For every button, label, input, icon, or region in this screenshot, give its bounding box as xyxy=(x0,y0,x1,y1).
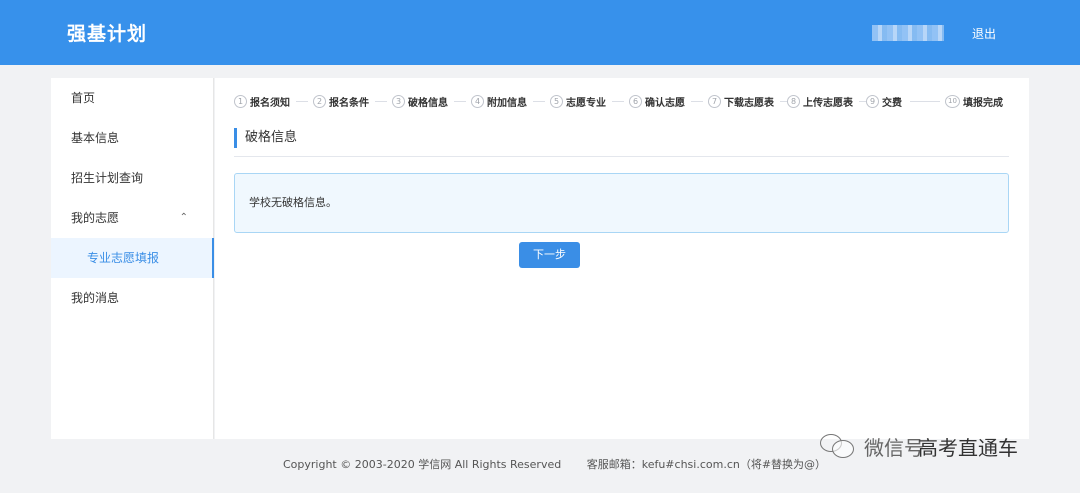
step-9: 9 交费 xyxy=(866,93,902,109)
step-2: 2 报名条件 xyxy=(313,93,369,109)
sidebar-item-label: 首页 xyxy=(71,91,96,105)
sidebar-item-enrollment-plan[interactable]: 招生计划查询 xyxy=(51,158,214,198)
step-number: 1 xyxy=(234,94,247,108)
sidebar-item-label: 专业志愿填报 xyxy=(87,251,160,265)
step-connector xyxy=(296,101,308,102)
step-number: 9 xyxy=(866,94,879,108)
step-4: 4 附加信息 xyxy=(471,93,527,109)
next-step-button[interactable]: 下一步 xyxy=(519,242,580,268)
step-label: 填报完成 xyxy=(963,97,1003,109)
sidebar-item-my-messages[interactable]: 我的消息 xyxy=(51,278,214,318)
step-8: 8 上传志愿表 xyxy=(787,93,853,109)
sidebar-item-basic-info[interactable]: 基本信息 xyxy=(51,118,214,158)
wechat-watermark: 微信号 高考直通车 xyxy=(820,426,1070,466)
step-number: 6 xyxy=(629,94,642,108)
step-connector xyxy=(859,101,866,102)
footer: Copyright © 2003-2020 学信网 All Rights Res… xyxy=(283,456,826,472)
main-panel: 1 报名须知 2 报名条件 3 破格信息 4 附加信息 5 志愿专业 6 确认志… xyxy=(215,78,1029,439)
step-7: 7 下载志愿表 xyxy=(708,93,774,109)
sidebar-item-label: 基本信息 xyxy=(71,131,120,145)
step-connector xyxy=(780,101,787,102)
app-title: 强基计划 xyxy=(67,23,148,45)
step-3: 3 破格信息 xyxy=(392,93,448,109)
step-label: 下载志愿表 xyxy=(724,97,774,109)
sidebar-item-my-choices[interactable]: 我的志愿 ⌃ xyxy=(51,198,214,238)
step-connector xyxy=(691,101,703,102)
step-label: 确认志愿 xyxy=(645,97,685,109)
step-label: 志愿专业 xyxy=(566,97,606,109)
sidebar-item-label: 我的志愿 xyxy=(71,211,120,225)
divider xyxy=(234,156,1009,157)
wechat-logo-icon xyxy=(820,430,856,462)
top-header: 强基计划 退出 xyxy=(0,0,1080,65)
user-name-blurred xyxy=(872,25,944,41)
watermark-text-wechat-id: 微信号 xyxy=(864,435,924,460)
sidebar-item-label: 招生计划查询 xyxy=(71,171,144,185)
step-connector xyxy=(910,101,940,102)
step-number: 7 xyxy=(708,94,721,108)
sidebar-item-major-choice-fill[interactable]: 专业志愿填报 xyxy=(51,238,214,278)
step-10: 10 填报完成 xyxy=(945,93,1003,109)
step-number: 8 xyxy=(787,94,800,108)
step-label: 上传志愿表 xyxy=(803,97,853,109)
step-number: 4 xyxy=(471,94,484,108)
step-connector xyxy=(612,101,624,102)
step-1: 1 报名须知 xyxy=(234,93,290,109)
section-title: 破格信息 xyxy=(234,128,297,148)
chevron-up-icon: ⌃ xyxy=(179,212,188,223)
sidebar-item-home[interactable]: 首页 xyxy=(51,78,214,118)
step-label: 报名须知 xyxy=(250,97,290,109)
notice-box: 学校无破格信息。 xyxy=(234,173,1009,233)
sidebar-item-label: 我的消息 xyxy=(71,291,120,305)
step-connector xyxy=(375,101,387,102)
step-connector xyxy=(454,101,466,102)
step-label: 附加信息 xyxy=(487,97,527,109)
step-label: 报名条件 xyxy=(329,97,369,109)
step-6: 6 确认志愿 xyxy=(629,93,685,109)
step-label: 破格信息 xyxy=(408,97,448,109)
sidebar: 首页 基本信息 招生计划查询 我的志愿 ⌃ 专业志愿填报 我的消息 xyxy=(51,78,214,439)
step-number: 10 xyxy=(945,94,960,108)
step-progress: 1 报名须知 2 报名条件 3 破格信息 4 附加信息 5 志愿专业 6 确认志… xyxy=(234,93,1014,109)
step-5: 5 志愿专业 xyxy=(550,93,606,109)
step-number: 3 xyxy=(392,94,405,108)
step-connector xyxy=(533,101,545,102)
step-number: 2 xyxy=(313,94,326,108)
step-number: 5 xyxy=(550,94,563,108)
watermark-text-account: 高考直通车 xyxy=(918,435,1018,460)
contact-email-text: 客服邮箱：kefu#chsi.com.cn（将#替换为@） xyxy=(586,458,827,471)
copyright-text: Copyright © 2003-2020 学信网 All Rights Res… xyxy=(283,458,562,471)
logout-link[interactable]: 退出 xyxy=(972,25,996,42)
step-label: 交费 xyxy=(882,97,902,109)
